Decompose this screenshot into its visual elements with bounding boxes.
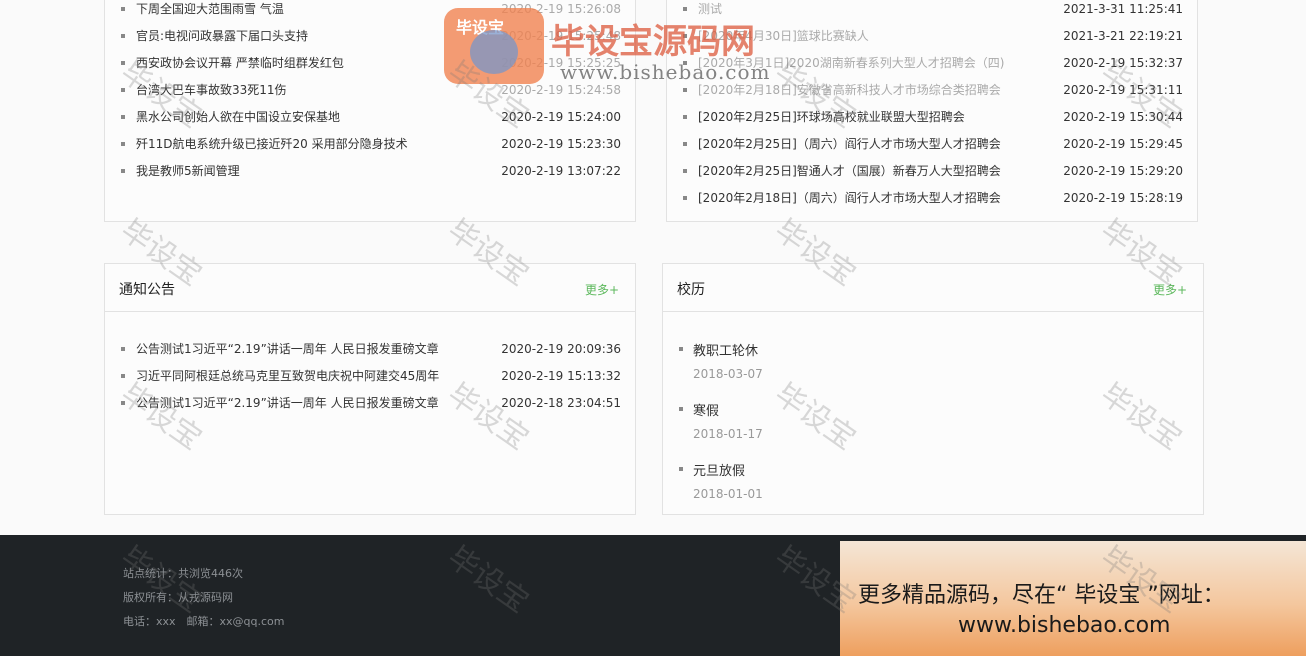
news-date: 2020-2-19 13:07:22 (501, 164, 621, 178)
bullet-icon (121, 88, 125, 92)
calendar-item-name[interactable]: 教职工轮休 (693, 340, 758, 359)
calendar-item-date: 2018-01-01 (693, 487, 763, 501)
list-item[interactable]: 台湾大巴车事故致33死11伤 2020-2-19 15:24:58 (105, 81, 635, 99)
bullet-icon (121, 374, 125, 378)
news-date: 2020-2-19 15:23:30 (501, 137, 621, 151)
bullet-icon (679, 347, 683, 351)
bullet-icon (683, 7, 687, 11)
notice-date: 2020-2-19 20:09:36 (501, 342, 621, 356)
watermark-title: 毕设宝源码网 (551, 22, 755, 62)
list-item[interactable]: [2020年2月18日]（周六）阎行人才市场大型人才招聘会 2020-2-19 … (667, 189, 1197, 207)
news-date: 2021-3-31 11:25:41 (1063, 2, 1183, 16)
news-title[interactable]: 下周全国迎大范围雨雪 气温 (136, 0, 284, 18)
notice-panel: 通知公告 更多+ 公告测试1习近平“2.19”讲话一周年 人民日报发重磅文章 2… (104, 263, 636, 515)
bullet-icon (121, 7, 125, 11)
notice-date: 2020-2-19 15:13:32 (501, 369, 621, 383)
news-title[interactable]: [2020年2月25日]（周六）阎行人才市场大型人才招聘会 (698, 135, 1001, 153)
notice-more-link[interactable]: 更多+ (585, 281, 619, 298)
news-date: 2021-3-21 22:19:21 (1063, 29, 1183, 43)
bullet-icon (679, 407, 683, 411)
notice-date: 2020-2-18 23:04:51 (501, 396, 621, 410)
list-item[interactable]: 公告测试1习近平“2.19”讲话一周年 人民日报发重磅文章 2020-2-19 … (105, 340, 635, 358)
news-title[interactable]: [2020年2月18日]（周六）阎行人才市场大型人才招聘会 (698, 189, 1001, 207)
news-date: 2020-2-19 15:32:37 (1063, 56, 1183, 70)
list-item[interactable]: 我是教师5新闻管理 2020-2-19 13:07:22 (105, 162, 635, 180)
list-item[interactable]: 黑水公司创始人欲在中国设立安保基地 2020-2-19 15:24:00 (105, 108, 635, 126)
news-title[interactable]: 歼11D航电系统升级已接近歼20 采用部分隐身技术 (136, 135, 408, 153)
calendar-panel: 校历 更多+ 教职工轮休 2018-03-07 寒假 2018-01-17 元旦… (662, 263, 1204, 515)
list-item[interactable]: 公告测试1习近平“2.19”讲话一周年 人民日报发重磅文章 2020-2-18 … (105, 394, 635, 412)
calendar-item-name[interactable]: 元旦放假 (693, 460, 745, 479)
bullet-icon (121, 34, 125, 38)
news-title[interactable]: [2020年2月25日]智通人才（国展）新春万人大型招聘会 (698, 162, 1001, 180)
bullet-icon (683, 169, 687, 173)
bullet-icon (121, 142, 125, 146)
news-title[interactable]: 官员:电视问政暴露下届口头支持 (136, 27, 308, 45)
promo-line1: 更多精品源码，尽在“ 毕设宝 ”网址： (858, 583, 1225, 608)
news-title[interactable]: 黑水公司创始人欲在中国设立安保基地 (136, 108, 340, 126)
footer-copyright: 版权所有：从戎源码网 (123, 591, 233, 604)
bullet-icon (683, 115, 687, 119)
notice-panel-title: 通知公告 (119, 282, 175, 298)
footer-stats: 站点统计：共浏览446次 (123, 567, 243, 580)
news-title[interactable]: 我是教师5新闻管理 (136, 162, 240, 180)
news-title[interactable]: [2020年2月25日]环球场高校就业联盟大型招聘会 (698, 108, 965, 126)
list-item[interactable]: 习近平同阿根廷总统马克里互致贺电庆祝中阿建交45周年 2020-2-19 15:… (105, 367, 635, 385)
calendar-panel-title: 校历 (677, 282, 705, 298)
bullet-icon (683, 142, 687, 146)
bullet-icon (679, 467, 683, 471)
news-date: 2020-2-19 15:29:20 (1063, 164, 1183, 178)
calendar-item-date: 2018-03-07 (693, 367, 763, 381)
footer-contact: 电话：xxx 邮箱：xx@qq.com (123, 615, 285, 628)
bullet-icon (683, 88, 687, 92)
bullet-icon (121, 347, 125, 351)
calendar-item-date: 2018-01-17 (693, 427, 763, 441)
news-date: 2020-2-19 15:31:11 (1063, 83, 1183, 97)
bullet-icon (683, 196, 687, 200)
mascot-icon (470, 30, 518, 74)
bullet-icon (121, 169, 125, 173)
watermark-logo-icon: 毕设宝 (444, 8, 544, 84)
news-date: 2020-2-19 15:29:45 (1063, 137, 1183, 151)
promo-banner: 更多精品源码，尽在“ 毕设宝 ”网址： www.bishebao.com (840, 541, 1306, 656)
watermark-url: www.bishebao.com (560, 60, 771, 84)
notice-title[interactable]: 习近平同阿根廷总统马克里互致贺电庆祝中阿建交45周年 (136, 367, 439, 385)
bullet-icon (121, 401, 125, 405)
news-date: 2020-2-19 15:28:19 (1063, 191, 1183, 205)
calendar-more-link[interactable]: 更多+ (1153, 281, 1187, 298)
calendar-item-name[interactable]: 寒假 (693, 400, 719, 419)
bullet-icon (121, 115, 125, 119)
promo-url: www.bishebao.com (958, 613, 1171, 638)
notice-title[interactable]: 公告测试1习近平“2.19”讲话一周年 人民日报发重磅文章 (136, 394, 439, 412)
notice-title[interactable]: 公告测试1习近平“2.19”讲话一周年 人民日报发重磅文章 (136, 340, 439, 358)
news-title[interactable]: 西安政协会议开幕 严禁临时组群发红包 (136, 54, 344, 72)
list-item[interactable]: [2020年2月25日]智通人才（国展）新春万人大型招聘会 2020-2-19 … (667, 162, 1197, 180)
news-date: 2020-2-19 15:24:00 (501, 110, 621, 124)
news-title[interactable]: 台湾大巴车事故致33死11伤 (136, 81, 287, 99)
news-date: 2020-2-19 15:30:44 (1063, 110, 1183, 124)
calendar-panel-header: 校历 更多+ (663, 264, 1203, 312)
bullet-icon (121, 61, 125, 65)
notice-panel-header: 通知公告 更多+ (105, 264, 635, 312)
list-item[interactable]: 歼11D航电系统升级已接近歼20 采用部分隐身技术 2020-2-19 15:2… (105, 135, 635, 153)
list-item[interactable]: [2020年2月25日]环球场高校就业联盟大型招聘会 2020-2-19 15:… (667, 108, 1197, 126)
list-item[interactable]: [2020年2月25日]（周六）阎行人才市场大型人才招聘会 2020-2-19 … (667, 135, 1197, 153)
